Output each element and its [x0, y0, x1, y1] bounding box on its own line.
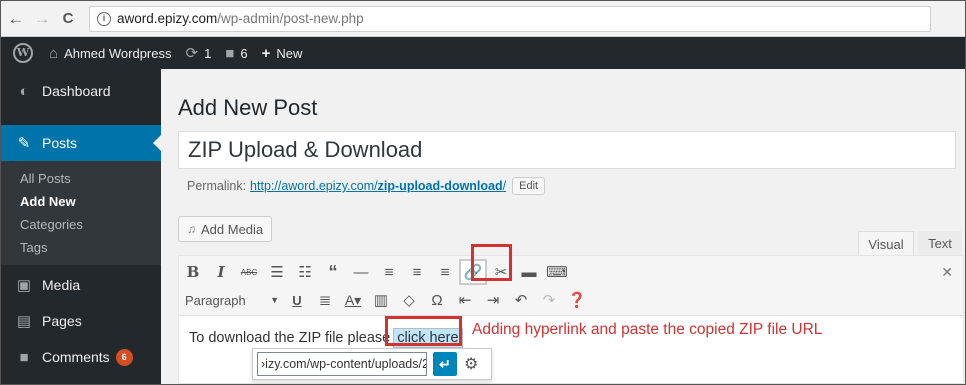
info-icon[interactable]: i	[97, 11, 111, 26]
edit-permalink-button[interactable]: Edit	[512, 177, 546, 195]
outdent-icon[interactable]: ⇤	[451, 287, 479, 313]
permalink-row: Permalink: http://aword.epizy.com/zip-up…	[187, 177, 546, 195]
site-name: Ahmed Wordpress	[64, 45, 172, 61]
url-path: /wp-admin/post-new.php	[217, 11, 364, 26]
pages-icon: ▤	[16, 313, 32, 330]
chevron-down-icon: ▼	[270, 295, 279, 305]
blockquote-icon[interactable]: “	[319, 259, 347, 285]
clear-formatting-icon[interactable]: ◇	[395, 287, 423, 313]
bullet-list-icon[interactable]: ☰	[263, 259, 291, 285]
tab-visual[interactable]: Visual	[858, 231, 914, 257]
comments-link[interactable]: ■ 6	[225, 45, 247, 62]
fullscreen-icon[interactable]: ✕	[941, 264, 953, 281]
add-media-button[interactable]: ♫ Add Media	[178, 216, 273, 242]
back-button[interactable]: ←	[5, 9, 27, 29]
text-color-icon[interactable]: A▾	[339, 287, 367, 313]
forward-button[interactable]: →	[31, 9, 53, 29]
bold-icon[interactable]: B	[179, 259, 207, 285]
apply-link-button[interactable]: ↵	[433, 352, 457, 376]
new-content-link[interactable]: + New	[262, 45, 303, 62]
add-media-label: Add Media	[201, 221, 264, 237]
admin-sidebar: ◐ Dashboard ✎ Posts All Posts Add New Ca…	[1, 69, 161, 384]
page-title: Add New Post	[178, 95, 318, 120]
submenu-tags[interactable]: Tags	[1, 236, 161, 259]
wordpress-logo-icon[interactable]: W	[13, 43, 33, 63]
pin-icon: ✎	[17, 135, 31, 152]
link-text-highlight	[385, 316, 462, 346]
sidebar-item-label: Comments	[42, 349, 110, 365]
redo-icon[interactable]: ↷	[535, 287, 563, 313]
posts-submenu: All Posts Add New Categories Tags	[1, 161, 161, 265]
editor-toolbar: B I ABC ☰ ☷ “ — ≡ ≡ ≡ 🔗 ✂ ▬ ⌨ Paragraph …	[179, 256, 963, 316]
submenu-all-posts[interactable]: All Posts	[1, 167, 161, 190]
url-host: aword.epizy.com	[117, 11, 218, 26]
justify-icon[interactable]: ≣	[311, 287, 339, 313]
format-select[interactable]: Paragraph ▼	[179, 288, 283, 312]
sidebar-item-comments[interactable]: ■ Comments 6	[1, 339, 161, 375]
address-bar[interactable]: i aword.epizy.com/wp-admin/post-new.php	[89, 5, 931, 32]
strikethrough-icon[interactable]: ABC	[235, 259, 263, 285]
horizontal-line-icon[interactable]: —	[347, 259, 375, 285]
align-center-icon[interactable]: ≡	[403, 259, 431, 285]
sidebar-item-pages[interactable]: ▤ Pages	[1, 303, 161, 339]
toolbar-row-1: B I ABC ☰ ☷ “ — ≡ ≡ ≡ 🔗 ✂ ▬ ⌨	[179, 258, 571, 286]
permalink-label: Permalink:	[187, 179, 247, 193]
gear-icon[interactable]: ⚙	[464, 354, 478, 374]
read-more-icon[interactable]: ▬	[515, 259, 543, 285]
post-title-input[interactable]: ZIP Upload & Download	[178, 131, 956, 169]
updates-icon: ⟳	[185, 45, 199, 62]
submenu-add-new[interactable]: Add New	[1, 190, 161, 213]
sidebar-item-dashboard[interactable]: ◐ Dashboard	[1, 73, 161, 109]
comment-icon: ■	[19, 348, 29, 366]
indent-icon[interactable]: ⇥	[479, 287, 507, 313]
help-icon[interactable]: ❓	[563, 287, 591, 313]
sidebar-item-label: Dashboard	[42, 83, 111, 99]
link-url-input[interactable]: ›izy.com/wp-content/uploads/2016/11/JPGS…	[257, 352, 427, 376]
sidebar-item-label: Pages	[42, 313, 82, 329]
permalink-end: /	[502, 179, 507, 193]
align-left-icon[interactable]: ≡	[375, 259, 403, 285]
special-character-icon[interactable]: Ω	[423, 287, 451, 313]
paste-text-icon[interactable]: ▥	[367, 287, 395, 313]
media-icon: ▣	[16, 277, 32, 294]
media-icon: ♫	[187, 222, 196, 236]
link-button-highlight	[471, 244, 512, 281]
new-label: New	[276, 45, 303, 61]
permalink-slug: zip-upload-download	[377, 179, 503, 193]
body-text: To download the ZIP file please	[189, 330, 391, 346]
updates-count: 1	[204, 45, 212, 61]
sidebar-item-posts[interactable]: ✎ Posts	[1, 125, 161, 161]
submenu-categories[interactable]: Categories	[1, 213, 161, 236]
site-name-link[interactable]: ⌂ Ahmed Wordpress	[49, 45, 171, 62]
sidebar-item-media[interactable]: ▣ Media	[1, 267, 161, 303]
dashboard-icon: ◐	[19, 82, 29, 100]
permalink-base: http://aword.epizy.com/	[250, 179, 378, 193]
reload-button[interactable]: C	[57, 10, 79, 27]
browser-toolbar: ← → C i aword.epizy.com/wp-admin/post-ne…	[1, 1, 965, 37]
comments-count: 6	[240, 45, 248, 61]
link-popup: ›izy.com/wp-content/uploads/2016/11/JPGS…	[252, 348, 492, 380]
numbered-list-icon[interactable]: ☷	[291, 259, 319, 285]
updates-link[interactable]: ⟳ 1	[185, 44, 211, 62]
align-right-icon[interactable]: ≡	[431, 259, 459, 285]
sidebar-item-label: Media	[42, 277, 81, 293]
undo-icon[interactable]: ↶	[507, 287, 535, 313]
tab-text[interactable]: Text	[918, 231, 962, 257]
plus-icon: +	[261, 44, 271, 62]
italic-icon[interactable]: I	[207, 259, 235, 285]
comments-badge: 6	[115, 348, 133, 366]
toolbar-toggle-icon[interactable]: ⌨	[543, 259, 571, 285]
admin-bar: W ⌂ Ahmed Wordpress ⟳ 1 ■ 6 + New	[1, 37, 965, 69]
permalink-link[interactable]: http://aword.epizy.com/zip-upload-downlo…	[250, 179, 506, 193]
format-select-value: Paragraph	[185, 292, 246, 308]
toolbar-row-2: Paragraph ▼ U ≣ A▾ ▥ ◇ Ω ⇤ ⇥ ↶ ↷ ❓	[179, 286, 591, 314]
underline-icon[interactable]: U	[283, 287, 311, 313]
comment-icon: ■	[225, 44, 235, 62]
sidebar-item-label: Posts	[42, 135, 78, 151]
annotation-text: Adding hyperlink and paste the copied ZI…	[472, 321, 823, 338]
home-icon: ⌂	[49, 44, 59, 62]
